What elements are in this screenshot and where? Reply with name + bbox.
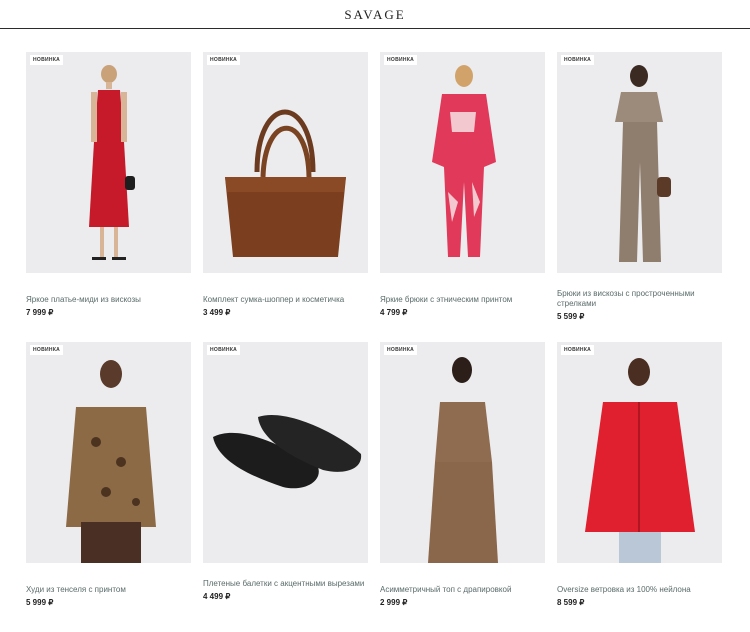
product-grid: НОВИНКА Яркое платье-миди из вискозы 7 9… <box>26 52 726 632</box>
product-card[interactable]: НОВИНКА Брюки из вискозы с простроченным… <box>557 52 722 342</box>
product-name[interactable]: Худи из тенселя с принтом <box>26 585 191 595</box>
product-image[interactable]: НОВИНКА <box>380 342 545 563</box>
woven-flats-photo <box>213 415 362 489</box>
product-card[interactable]: НОВИНКА Плетеные балетки с акцентными вы… <box>203 342 368 632</box>
new-badge: НОВИНКА <box>207 345 241 355</box>
product-image[interactable]: НОВИНКА <box>203 342 368 563</box>
product-price: 5 999 ₽ <box>26 598 54 607</box>
taupe-trousers-photo <box>615 65 671 262</box>
product-image[interactable]: НОВИНКА <box>380 52 545 273</box>
draped-top-photo <box>428 357 498 563</box>
product-name[interactable]: Яркое платье-миди из вискозы <box>26 295 191 305</box>
product-image[interactable]: НОВИНКА <box>203 52 368 273</box>
new-badge: НОВИНКА <box>384 55 418 65</box>
product-name[interactable]: Яркие брюки с этническим принтом <box>380 295 545 305</box>
brand-logo[interactable]: SAVAGE <box>0 7 750 23</box>
site-header: SAVAGE <box>0 0 750 29</box>
product-card[interactable]: НОВИНКА Яркие брюки с этническим принтом… <box>380 52 545 342</box>
product-name[interactable]: Oversize ветровка из 100% нейлона <box>557 585 722 595</box>
product-name[interactable]: Асимметричный топ с драпировкой <box>380 585 545 595</box>
product-image[interactable]: НОВИНКА <box>26 342 191 563</box>
new-badge: НОВИНКА <box>561 345 595 355</box>
product-price: 2 999 ₽ <box>380 598 408 607</box>
product-name[interactable]: Плетеные балетки с акцентными вырезами <box>203 579 368 589</box>
brown-tote-photo <box>225 109 346 257</box>
product-image[interactable]: НОВИНКА <box>557 342 722 563</box>
leopard-hoodie-photo <box>66 360 156 563</box>
new-badge: НОВИНКА <box>384 345 418 355</box>
product-price: 8 599 ₽ <box>557 598 585 607</box>
product-price: 3 499 ₽ <box>203 308 231 317</box>
product-card[interactable]: НОВИНКА Oversize ветровка из 100% нейлон… <box>557 342 722 632</box>
product-image[interactable]: НОВИНКА <box>26 52 191 273</box>
product-card[interactable]: НОВИНКА Комплект сумка-шоппер и косметич… <box>203 52 368 342</box>
product-image[interactable]: НОВИНКА <box>557 52 722 273</box>
new-badge: НОВИНКА <box>207 55 241 65</box>
product-card[interactable]: НОВИНКА Худи из тенселя с принтом 5 999 … <box>26 342 191 632</box>
red-dress-photo <box>89 65 135 260</box>
product-price: 4 799 ₽ <box>380 308 408 317</box>
new-badge: НОВИНКА <box>30 55 64 65</box>
product-price: 4 499 ₽ <box>203 592 231 601</box>
product-price: 5 599 ₽ <box>557 312 585 321</box>
product-card[interactable]: НОВИНКА Асимметричный топ с драпировкой … <box>380 342 545 632</box>
red-windbreaker-photo <box>585 358 695 563</box>
product-price: 7 999 ₽ <box>26 308 54 317</box>
new-badge: НОВИНКА <box>561 55 595 65</box>
product-card[interactable]: НОВИНКА Яркое платье-миди из вискозы 7 9… <box>26 52 191 342</box>
new-badge: НОВИНКА <box>30 345 64 355</box>
printed-set-photo <box>432 65 496 257</box>
product-name[interactable]: Комплект сумка-шоппер и косметичка <box>203 295 368 305</box>
product-name[interactable]: Брюки из вискозы с простроченными стрелк… <box>557 289 722 309</box>
